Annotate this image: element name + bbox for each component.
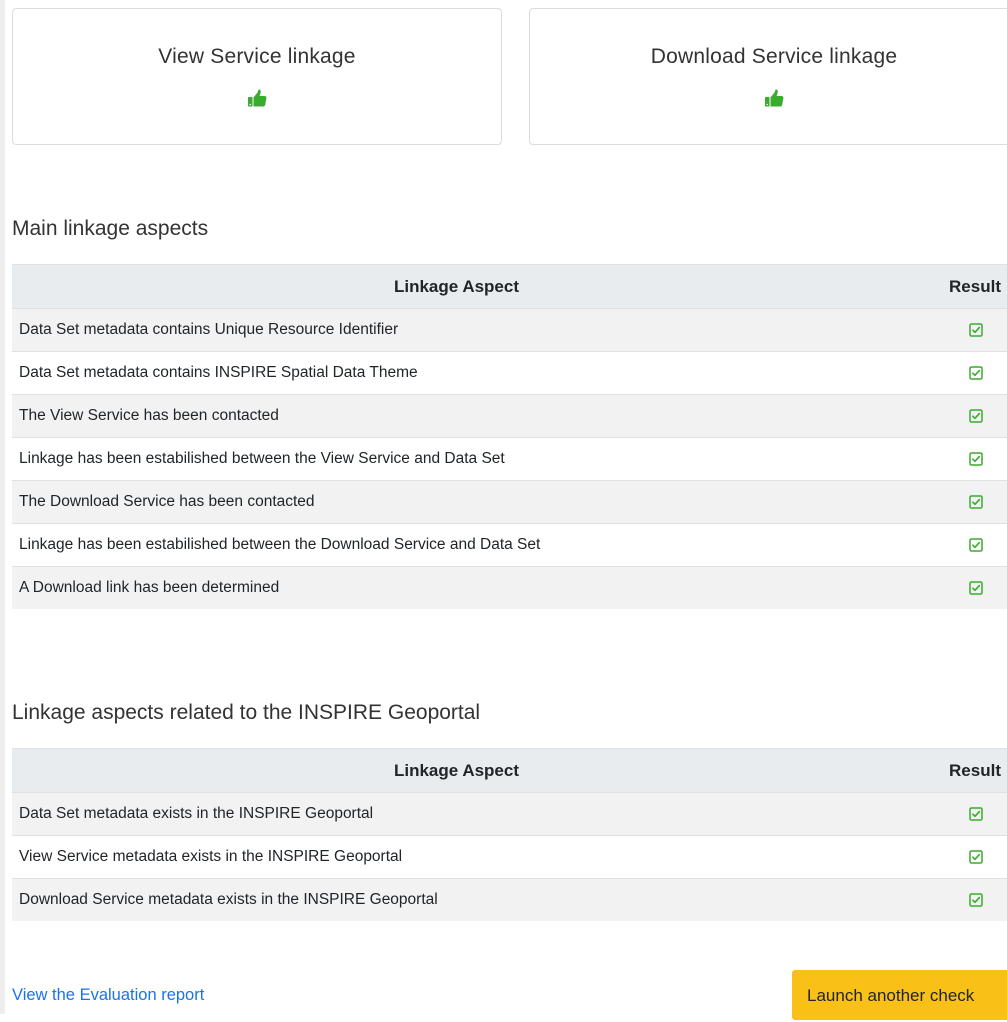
result-cell <box>901 394 1007 438</box>
table-row: Data Set metadata exists in the INSPIRE … <box>12 792 1007 836</box>
linkage-aspect-header: Linkage Aspect <box>12 264 901 309</box>
table-row: Linkage has been estabilished between th… <box>12 437 1007 481</box>
card-title: Download Service linkage <box>650 45 898 68</box>
result-cell <box>901 351 1007 395</box>
table-row: Linkage has been estabilished between th… <box>12 523 1007 567</box>
result-cell <box>901 480 1007 524</box>
table-row: The View Service has been contacted <box>12 394 1007 438</box>
check-square-icon <box>969 409 983 423</box>
check-square-icon <box>969 538 983 552</box>
check-square-icon <box>969 581 983 595</box>
page-edge <box>0 0 5 1014</box>
view-evaluation-report-link[interactable]: View the Evaluation report <box>12 986 204 1005</box>
check-square-icon <box>969 452 983 466</box>
result-cell <box>901 835 1007 879</box>
main-linkage-aspects-title: Main linkage aspects <box>12 217 209 240</box>
linkage-aspect-cell: Linkage has been estabilished between th… <box>12 523 901 567</box>
main-linkage-table: Linkage Aspect Result Data Set metadata … <box>12 264 1007 609</box>
thumbs-up-icon <box>765 89 784 107</box>
result-cell <box>901 878 1007 921</box>
result-cell <box>901 437 1007 481</box>
geoportal-linkage-table: Linkage Aspect Result Data Set metadata … <box>12 748 1007 921</box>
linkage-aspect-cell: Data Set metadata contains Unique Resour… <box>12 308 901 352</box>
linkage-aspect-header: Linkage Aspect <box>12 748 901 793</box>
linkage-aspect-cell: Linkage has been estabilished between th… <box>12 437 901 481</box>
download-service-linkage-card: Download Service linkage <box>529 8 1007 145</box>
linkage-aspect-cell: Download Service metadata exists in the … <box>12 878 901 921</box>
view-service-linkage-card: View Service linkage <box>12 8 502 145</box>
table-row: Download Service metadata exists in the … <box>12 878 1007 921</box>
linkage-aspect-cell: Data Set metadata exists in the INSPIRE … <box>12 792 901 836</box>
check-square-icon <box>969 366 983 380</box>
table-row: A Download link has been determined <box>12 566 1007 609</box>
result-header: Result <box>901 748 1007 793</box>
launch-another-check-button[interactable]: Launch another check <box>792 970 1007 1020</box>
check-square-icon <box>969 850 983 864</box>
geoportal-linkage-aspects-title: Linkage aspects related to the INSPIRE G… <box>12 701 481 724</box>
linkage-aspect-cell: View Service metadata exists in the INSP… <box>12 835 901 879</box>
linkage-aspect-cell: Data Set metadata contains INSPIRE Spati… <box>12 351 901 395</box>
check-square-icon <box>969 495 983 509</box>
check-square-icon <box>969 893 983 907</box>
table-row: View Service metadata exists in the INSP… <box>12 835 1007 879</box>
result-cell <box>901 566 1007 609</box>
result-cell <box>901 523 1007 567</box>
result-cell <box>901 308 1007 352</box>
table-header-row: Linkage Aspect Result <box>12 264 1007 309</box>
result-cell <box>901 792 1007 836</box>
check-square-icon <box>969 807 983 821</box>
table-header-row: Linkage Aspect Result <box>12 748 1007 793</box>
thumbs-up-icon <box>248 89 267 107</box>
linkage-aspect-cell: The Download Service has been contacted <box>12 480 901 524</box>
linkage-aspect-cell: A Download link has been determined <box>12 566 901 609</box>
check-square-icon <box>969 323 983 337</box>
table-row: The Download Service has been contacted <box>12 480 1007 524</box>
result-header: Result <box>901 264 1007 309</box>
table-row: Data Set metadata contains INSPIRE Spati… <box>12 351 1007 395</box>
card-title: View Service linkage <box>158 45 356 68</box>
table-row: Data Set metadata contains Unique Resour… <box>12 308 1007 352</box>
linkage-aspect-cell: The View Service has been contacted <box>12 394 901 438</box>
